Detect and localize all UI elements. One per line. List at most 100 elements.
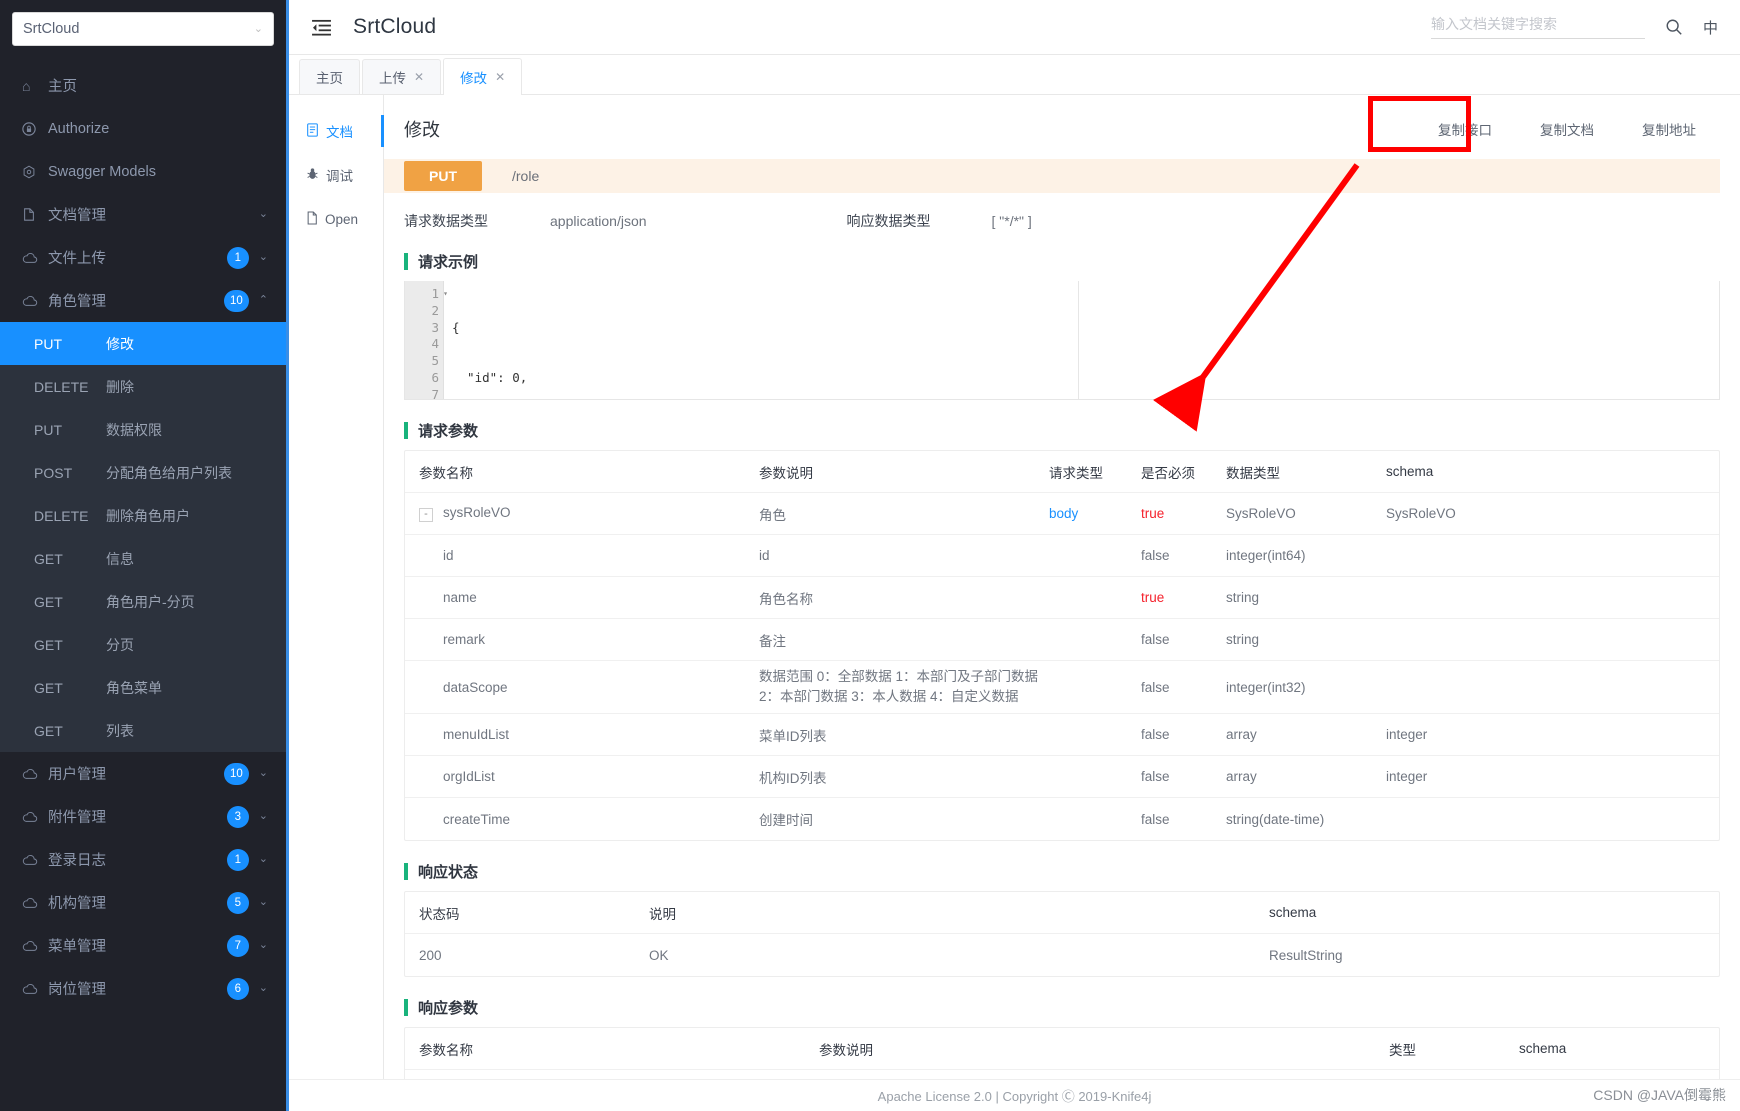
param-name: createTime [443, 811, 511, 827]
code-body[interactable]: { "id": 0, "name": "", "remark": "", "da… [443, 281, 1719, 399]
sidebar-item-role-management[interactable]: 角色管理 10 ⌃ [0, 279, 286, 322]
doc-side-rail: 文档 调试 Open [289, 95, 384, 1111]
rail-item-open[interactable]: Open [289, 197, 383, 241]
sidebar-subitem-list[interactable]: GET 列表 [0, 709, 286, 752]
sidebar-subitem-role-menu[interactable]: GET 角色菜单 [0, 666, 286, 709]
sidebar-item-badge: 10 [223, 289, 249, 312]
sidebar-item-doc-management[interactable]: 文档管理 ⌄ [0, 193, 286, 236]
sidebar-item-label: Swagger Models [48, 163, 156, 180]
search-box [1430, 15, 1645, 39]
param-data-type: string [1226, 590, 1260, 605]
sidebar-item-login-log[interactable]: 登录日志 1 ⌄ [0, 838, 286, 881]
sidebar: SrtCloud ⌄ ⌂ 主页 Authorize Swagger Models… [0, 0, 286, 1111]
main-panel: SrtCloud 中 主页 上传 ✕ 修改 ✕ [286, 0, 1740, 1111]
sidebar-item-post-management[interactable]: 岗位管理 6 ⌄ [0, 967, 286, 1010]
param-name: id [443, 548, 454, 563]
sidebar-item-attachment-management[interactable]: 附件管理 3 ⌄ [0, 795, 286, 838]
param-name: sysRoleVO [443, 505, 511, 521]
sidebar-item-badge: 3 [226, 805, 249, 828]
language-toggle[interactable]: 中 [1703, 17, 1722, 38]
home-icon: ⌂ [22, 77, 31, 94]
search-icon[interactable] [1663, 16, 1685, 38]
sidebar-subitem-label: 分配角色给用户列表 [106, 464, 232, 481]
close-icon[interactable]: ✕ [414, 70, 424, 84]
tab-update[interactable]: 修改 ✕ [443, 58, 523, 95]
param-name: menuIdList [443, 727, 510, 742]
line-number: 3 [431, 319, 439, 335]
param-desc: 创建时间 [759, 813, 813, 828]
sidebar-subitem-label: 信息 [106, 550, 134, 567]
col-header: 参数说明 [759, 465, 813, 481]
sidebar-subitem-info[interactable]: GET 信息 [0, 537, 286, 580]
chevron-down-icon: ⌄ [253, 22, 263, 35]
sidebar-item-label: 登录日志 [48, 853, 106, 869]
close-icon[interactable]: ✕ [495, 70, 505, 84]
param-schema: SysRoleVO [1386, 506, 1456, 521]
app-root: SrtCloud ⌄ ⌂ 主页 Authorize Swagger Models… [0, 0, 1740, 1111]
tab-upload[interactable]: 上传 ✕ [362, 59, 442, 94]
request-example-editor[interactable]: 1 2 3 4 5 6 7 8 9 { "id": 0, [404, 281, 1720, 400]
http-method-label: GET [34, 550, 63, 567]
sidebar-subitem-data-permission[interactable]: PUT 数据权限 [0, 408, 286, 451]
section-response-params: 响应参数 [404, 997, 1720, 1018]
copy-interface-button[interactable]: 复制接口 [1414, 113, 1516, 145]
sidebar-item-user-management[interactable]: 用户管理 10 ⌄ [0, 752, 286, 795]
rail-item-document[interactable]: 文档 [289, 109, 384, 153]
col-header: 数据类型 [1226, 465, 1280, 481]
param-data-type: integer(int64) [1226, 548, 1306, 563]
sidebar-subitem-update[interactable]: PUT 修改 [0, 322, 286, 365]
copy-document-button[interactable]: 复制文档 [1516, 113, 1618, 145]
sidebar-item-label: 文档管理 [48, 208, 106, 224]
sidebar-item-swagger-models[interactable]: Swagger Models [0, 150, 286, 193]
sidebar-subitem-role-user-page[interactable]: GET 角色用户-分页 [0, 580, 286, 623]
status-code: 200 [419, 947, 442, 963]
param-required: false [1141, 679, 1170, 695]
sidebar-item-badge: 1 [226, 848, 249, 871]
section-request-example: 请求示例 [404, 251, 1720, 272]
param-data-type: SysRoleVO [1226, 506, 1296, 521]
param-name-cell: - sysRoleVO [419, 505, 759, 522]
http-method-badge: PUT [404, 161, 482, 191]
footer-text: Apache License 2.0 | Copyright Ⓒ 2019-Kn… [877, 1089, 1152, 1104]
tab-home[interactable]: 主页 [299, 59, 360, 94]
http-method-label: GET [34, 636, 63, 653]
rail-item-debug[interactable]: 调试 [289, 153, 383, 197]
table-row: orgIdList 机构ID列表 false array integer [405, 756, 1719, 798]
doc-inner: 修改 复制接口 复制文档 复制地址 PUT /role 请求数据类型 appli… [384, 95, 1740, 1111]
sidebar-item-home[interactable]: ⌂ 主页 [0, 64, 286, 107]
section-response-status: 响应状态 [404, 861, 1720, 882]
request-type-value: application/json [550, 213, 647, 229]
project-select-value: SrtCloud [23, 21, 80, 37]
sidebar-subitem-delete[interactable]: DELETE 删除 [0, 365, 286, 408]
sidebar-item-authorize[interactable]: Authorize [0, 107, 286, 150]
search-input[interactable] [1430, 15, 1645, 32]
tab-label: 上传 [379, 71, 406, 86]
menu-fold-icon[interactable] [309, 15, 333, 39]
sidebar-subitem-label: 角色菜单 [106, 679, 162, 696]
sidebar-item-label: Authorize [48, 120, 110, 137]
file-icon [306, 210, 318, 228]
sidebar-item-file-upload[interactable]: 文件上传 1 ⌄ [0, 236, 286, 279]
watermark-text: CSDN @JAVA倒霉熊 [1593, 1087, 1726, 1103]
sidebar-subitem-label: 修改 [106, 335, 134, 352]
table-row: 200 OK ResultString [405, 934, 1719, 976]
param-required: false [1141, 811, 1170, 827]
copy-address-button[interactable]: 复制地址 [1618, 113, 1720, 145]
param-schema: integer [1386, 727, 1428, 742]
http-method-label: DELETE [34, 378, 89, 395]
cloud-icon [22, 252, 44, 264]
response-status-table: 状态码 说明 schema 200 OK ResultString [404, 891, 1720, 977]
sidebar-subitem-delete-role-user[interactable]: DELETE 删除角色用户 [0, 494, 286, 537]
sidebar-item-menu-management[interactable]: 菜单管理 7 ⌄ [0, 924, 286, 967]
code-gutter: 1 2 3 4 5 6 7 8 9 [405, 281, 448, 399]
chevron-down-icon: ⌄ [258, 810, 268, 822]
sidebar-subitem-page[interactable]: GET 分页 [0, 623, 286, 666]
section-label: 响应状态 [418, 864, 479, 881]
chevron-down-icon: ⌄ [258, 767, 268, 779]
sidebar-item-org-management[interactable]: 机构管理 5 ⌄ [0, 881, 286, 924]
collapse-toggle-icon[interactable]: - [419, 507, 433, 522]
sidebar-subitem-assign-role[interactable]: POST 分配角色给用户列表 [0, 451, 286, 494]
project-select[interactable]: SrtCloud ⌄ [12, 12, 274, 46]
footer-bar: Apache License 2.0 | Copyright Ⓒ 2019-Kn… [289, 1079, 1740, 1111]
sidebar-item-label: 用户管理 [48, 767, 106, 783]
